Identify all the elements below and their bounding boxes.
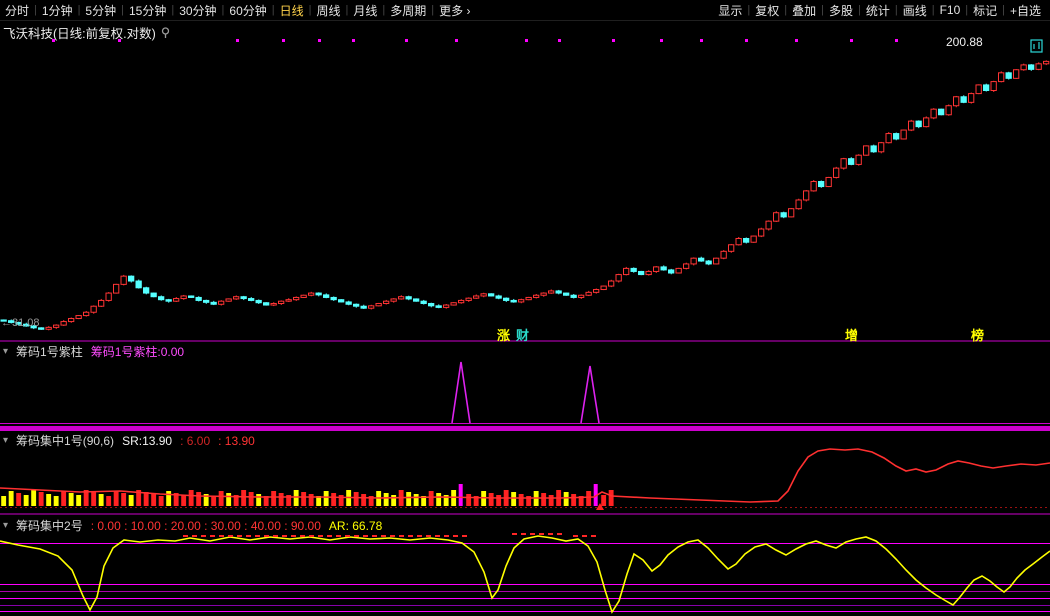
panel1-value: 筹码1号紫柱:0.00 — [91, 343, 184, 360]
panel1-header: ▾ 筹码1号紫柱 筹码1号紫柱:0.00 — [3, 343, 184, 360]
collapse-toggle-icon[interactable]: ▾ — [3, 520, 8, 531]
ticker-char: 财 — [516, 325, 529, 344]
candlestick-series — [1, 60, 1049, 330]
collapse-toggle-icon[interactable]: ▾ — [3, 435, 8, 446]
left-price-label: ←31.08 — [1, 317, 40, 329]
panel1-title: 筹码1号紫柱 — [16, 343, 83, 360]
pin-icon[interactable] — [160, 27, 171, 39]
panel3-graphics — [0, 534, 1050, 612]
panel2-title: 筹码集中1号(90,6) — [16, 432, 114, 449]
panel2-header: ▾ 筹码集中1号(90,6) SR:13.90 : 6.00 : 13.90 — [3, 432, 255, 449]
ticker-char: 增 — [845, 325, 858, 344]
panel3-ar-value: AR: 66.78 — [329, 519, 382, 533]
panel3-title: 筹码集中2号 — [16, 517, 83, 534]
panel2-graphics — [0, 449, 1050, 514]
panel2-sr-value: SR:13.90 — [122, 434, 172, 448]
panel3-header: ▾ 筹码集中2号 : 0.00 : 10.00 : 20.00 : 30.00 … — [3, 517, 382, 534]
chart-mini-icon[interactable] — [1030, 39, 1043, 58]
chart-title: 飞沃科技(日线:前复权.对数) — [3, 23, 171, 42]
ticker-char: 涨 — [497, 325, 510, 344]
signal-markers — [52, 39, 898, 42]
panel2-value-2: : 13.90 — [218, 434, 255, 448]
panel1-graphics — [0, 362, 1050, 431]
panel2-value-1: : 6.00 — [180, 434, 210, 448]
collapse-toggle-icon[interactable]: ▾ — [3, 346, 8, 357]
chart-title-text: 飞沃科技(日线:前复权.对数) — [3, 23, 156, 42]
last-price-label: 200.88 — [946, 35, 983, 49]
panel3-values: : 0.00 : 10.00 : 20.00 : 30.00 : 40.00 :… — [91, 519, 321, 533]
ticker-char: 榜 — [971, 325, 984, 344]
